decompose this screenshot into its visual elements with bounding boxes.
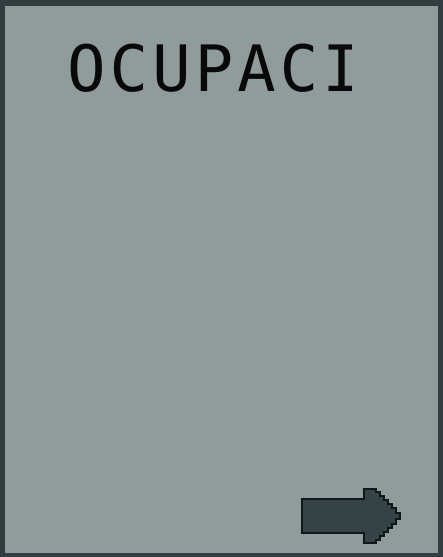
occupation-screen: OCUPACIÓN xyxy=(0,0,443,557)
next-button[interactable] xyxy=(300,488,411,544)
page-title-container: OCUPACIÓN xyxy=(67,12,352,106)
page-title: OCUPACIÓN xyxy=(67,31,352,106)
right-arrow-icon xyxy=(301,488,401,544)
right-arrow-shape xyxy=(301,488,401,544)
page-title-graphic: OCUPACIÓN xyxy=(67,31,352,106)
